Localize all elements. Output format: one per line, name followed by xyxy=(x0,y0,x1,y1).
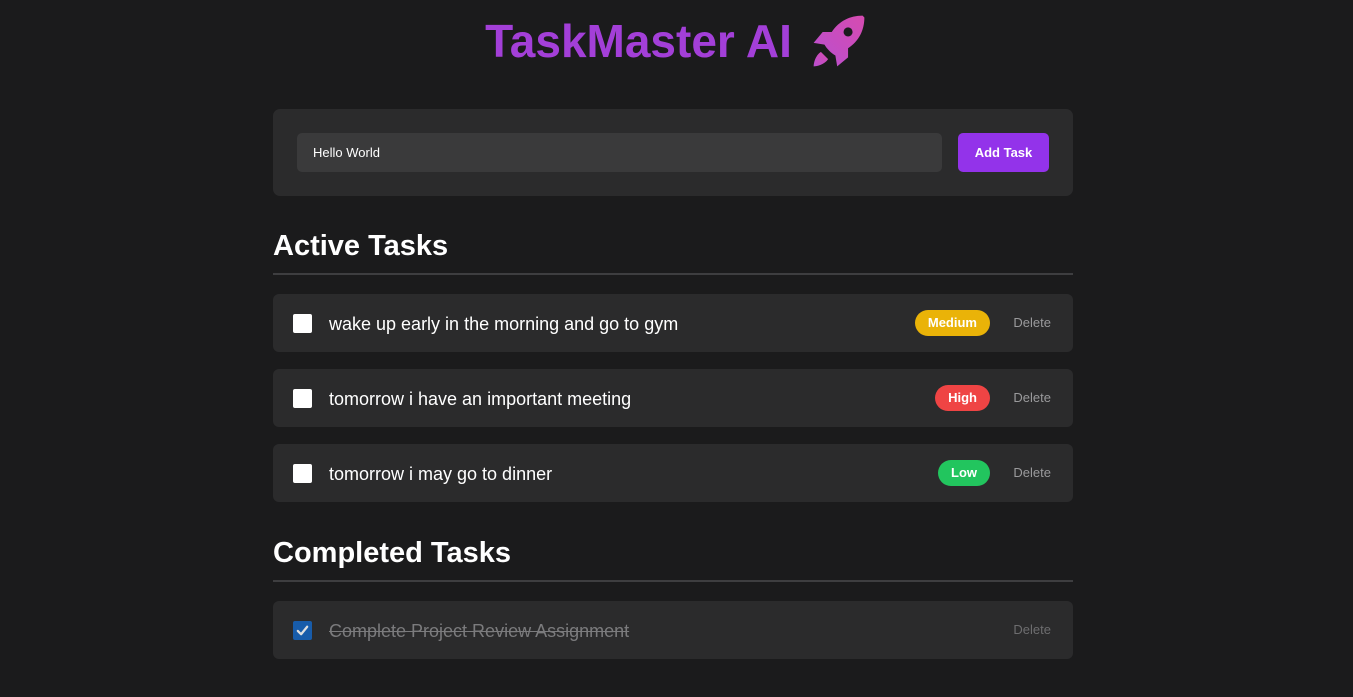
task-row-completed: Complete Project Review Assignment Delet… xyxy=(273,601,1073,659)
priority-badge: Medium xyxy=(914,310,990,336)
priority-badge: Low xyxy=(938,460,990,486)
task-row: wake up early in the morning and go to g… xyxy=(273,294,1073,352)
task-input[interactable] xyxy=(297,133,942,172)
task-text: tomorrow i have an important meeting xyxy=(329,389,632,409)
delete-button[interactable]: Delete xyxy=(1013,444,1051,502)
app-title: TaskMaster AI xyxy=(485,15,792,67)
app-header: TaskMaster AI xyxy=(0,10,1353,72)
task-checkbox[interactable] xyxy=(293,389,312,408)
task-text-completed: Complete Project Review Assignment xyxy=(329,621,630,641)
task-checkbox[interactable] xyxy=(293,464,312,483)
delete-button[interactable]: Delete xyxy=(1013,369,1051,427)
checkmark-icon xyxy=(296,625,309,636)
completed-tasks-heading: Completed Tasks xyxy=(273,537,1073,582)
active-tasks-heading: Active Tasks xyxy=(273,230,1073,275)
rocket-icon xyxy=(810,12,868,70)
delete-button[interactable]: Delete xyxy=(1013,294,1051,352)
task-text: wake up early in the morning and go to g… xyxy=(329,314,679,334)
task-text: tomorrow i may go to dinner xyxy=(329,464,553,484)
task-checkbox-checked[interactable] xyxy=(293,621,312,640)
task-row: tomorrow i may go to dinner Low Delete xyxy=(273,444,1073,502)
task-checkbox[interactable] xyxy=(293,314,312,333)
priority-badge: High xyxy=(935,385,990,411)
task-row: tomorrow i have an important meeting Hig… xyxy=(273,369,1073,427)
add-task-card: Add Task xyxy=(273,109,1073,196)
delete-button[interactable]: Delete xyxy=(1013,601,1051,659)
add-task-button[interactable]: Add Task xyxy=(958,133,1049,172)
